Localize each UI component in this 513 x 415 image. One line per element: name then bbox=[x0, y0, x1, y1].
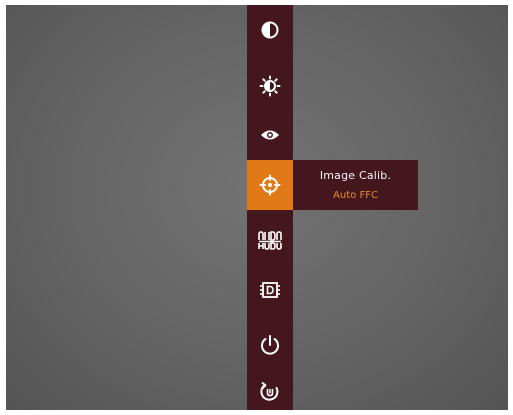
chip-d-icon bbox=[260, 282, 280, 298]
brightness-icon bbox=[259, 75, 281, 97]
menu-item-restore[interactable] bbox=[247, 367, 293, 410]
menu-bar bbox=[247, 5, 293, 410]
eye-icon bbox=[261, 130, 279, 140]
menu-item-image-calib[interactable] bbox=[247, 160, 293, 210]
submenu-value[interactable]: Auto FFC bbox=[293, 190, 418, 201]
restore-icon bbox=[260, 382, 279, 401]
calibration-crosshair-icon bbox=[259, 174, 281, 196]
power-icon bbox=[261, 335, 279, 355]
thermal-viewfinder: Image Calib. Auto FFC bbox=[6, 5, 508, 410]
submenu-title: Image Calib. bbox=[319, 169, 392, 182]
menu-item-audio[interactable] bbox=[247, 216, 293, 266]
menu-item-chip[interactable] bbox=[247, 265, 293, 315]
menu-item-power[interactable] bbox=[247, 320, 293, 370]
image-calib-submenu: Image Calib. Auto FFC bbox=[293, 160, 418, 210]
menu-item-eye[interactable] bbox=[247, 110, 293, 160]
menu-item-contrast[interactable] bbox=[247, 5, 293, 55]
contrast-icon bbox=[261, 21, 279, 39]
audio-icon bbox=[258, 231, 282, 250]
menu-item-brightness[interactable] bbox=[247, 61, 293, 111]
